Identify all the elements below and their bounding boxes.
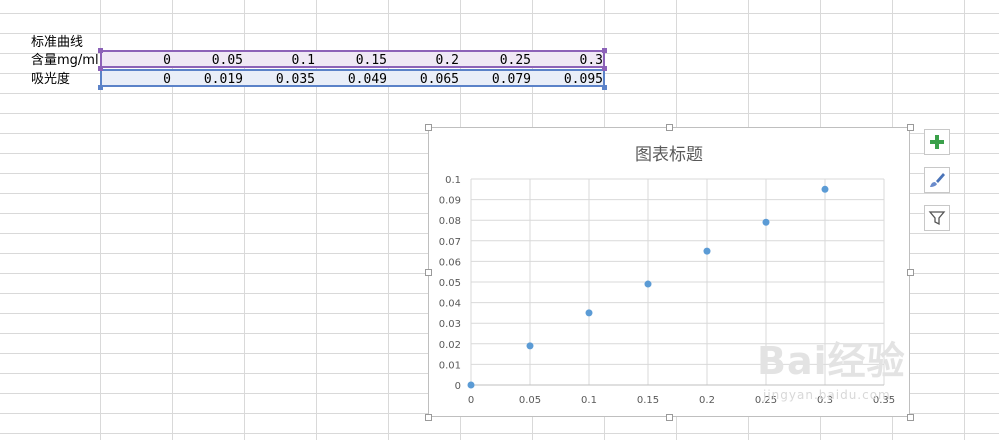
resize-handle-top-left[interactable]: [425, 124, 432, 131]
watermark: Bai经验 jingyan.baidu.com: [757, 330, 906, 402]
cell-absorbance-label[interactable]: 吸光度: [31, 70, 70, 89]
y-tick-label: 0: [455, 381, 461, 392]
cell-absorbance-value[interactable]: 0.049: [319, 70, 387, 89]
data-point: [703, 247, 711, 255]
resize-handle-bottom-right[interactable]: [907, 414, 914, 421]
cell-absorbance-value[interactable]: 0.095: [535, 70, 603, 89]
chart-elements-button[interactable]: [924, 129, 950, 155]
plus-icon: [930, 135, 944, 149]
resize-handle-bottom[interactable]: [666, 414, 673, 421]
cell-content-value[interactable]: 0.15: [319, 51, 387, 70]
chart-filters-button[interactable]: [924, 205, 950, 231]
watermark-text: Bai经验: [757, 339, 906, 383]
cell-absorbance-value[interactable]: 0.035: [247, 70, 315, 89]
chart-styles-button[interactable]: [924, 167, 950, 193]
cell-content-value[interactable]: 0.2: [391, 51, 459, 70]
data-point: [585, 309, 593, 317]
cell-title[interactable]: 标准曲线: [31, 33, 83, 52]
x-tick-label: 0: [468, 395, 474, 406]
y-tick-label: 0.01: [439, 360, 461, 371]
y-tick-label: 0.05: [439, 278, 461, 289]
data-point: [762, 218, 770, 226]
cell-content-label[interactable]: 含量mg/ml: [31, 51, 99, 70]
filter-icon: [928, 211, 946, 226]
data-point: [821, 185, 829, 193]
x-tick-label: 0.05: [519, 395, 541, 406]
cell-absorbance-value[interactable]: 0.019: [175, 70, 243, 89]
y-tick-label: 0.09: [439, 196, 461, 207]
data-point: [644, 280, 652, 288]
x-tick-label: 0.15: [637, 395, 659, 406]
resize-handle-left[interactable]: [425, 269, 432, 276]
x-tick-label: 0.1: [581, 395, 597, 406]
y-tick-label: 0.06: [439, 257, 461, 268]
cell-content-value[interactable]: 0.3: [535, 51, 603, 70]
resize-handle-right[interactable]: [907, 269, 914, 276]
data-point: [467, 381, 475, 389]
resize-handle-top-right[interactable]: [907, 124, 914, 131]
x-tick-label: 0.2: [699, 395, 715, 406]
resize-handle-top[interactable]: [666, 124, 673, 131]
cell-content-value[interactable]: 0.05: [175, 51, 243, 70]
cell-content-value[interactable]: 0.25: [463, 51, 531, 70]
cell-absorbance-value[interactable]: 0.065: [391, 70, 459, 89]
cell-content-value[interactable]: 0.1: [247, 51, 315, 70]
y-tick-label: 0.03: [439, 319, 461, 330]
brush-icon: [930, 173, 945, 187]
watermark-url: jingyan.baidu.com: [763, 388, 891, 402]
y-tick-label: 0.04: [439, 299, 461, 310]
y-tick-label: 0.02: [439, 340, 461, 351]
y-tick-label: 0.08: [439, 216, 461, 227]
cell-absorbance-value[interactable]: 0: [103, 70, 171, 89]
y-tick-label: 0.07: [439, 237, 461, 248]
data-point: [526, 342, 534, 350]
cell-absorbance-value[interactable]: 0.079: [463, 70, 531, 89]
resize-handle-bottom-left[interactable]: [425, 414, 432, 421]
cell-content-value[interactable]: 0: [103, 51, 171, 70]
y-tick-label: 0.1: [445, 175, 461, 186]
